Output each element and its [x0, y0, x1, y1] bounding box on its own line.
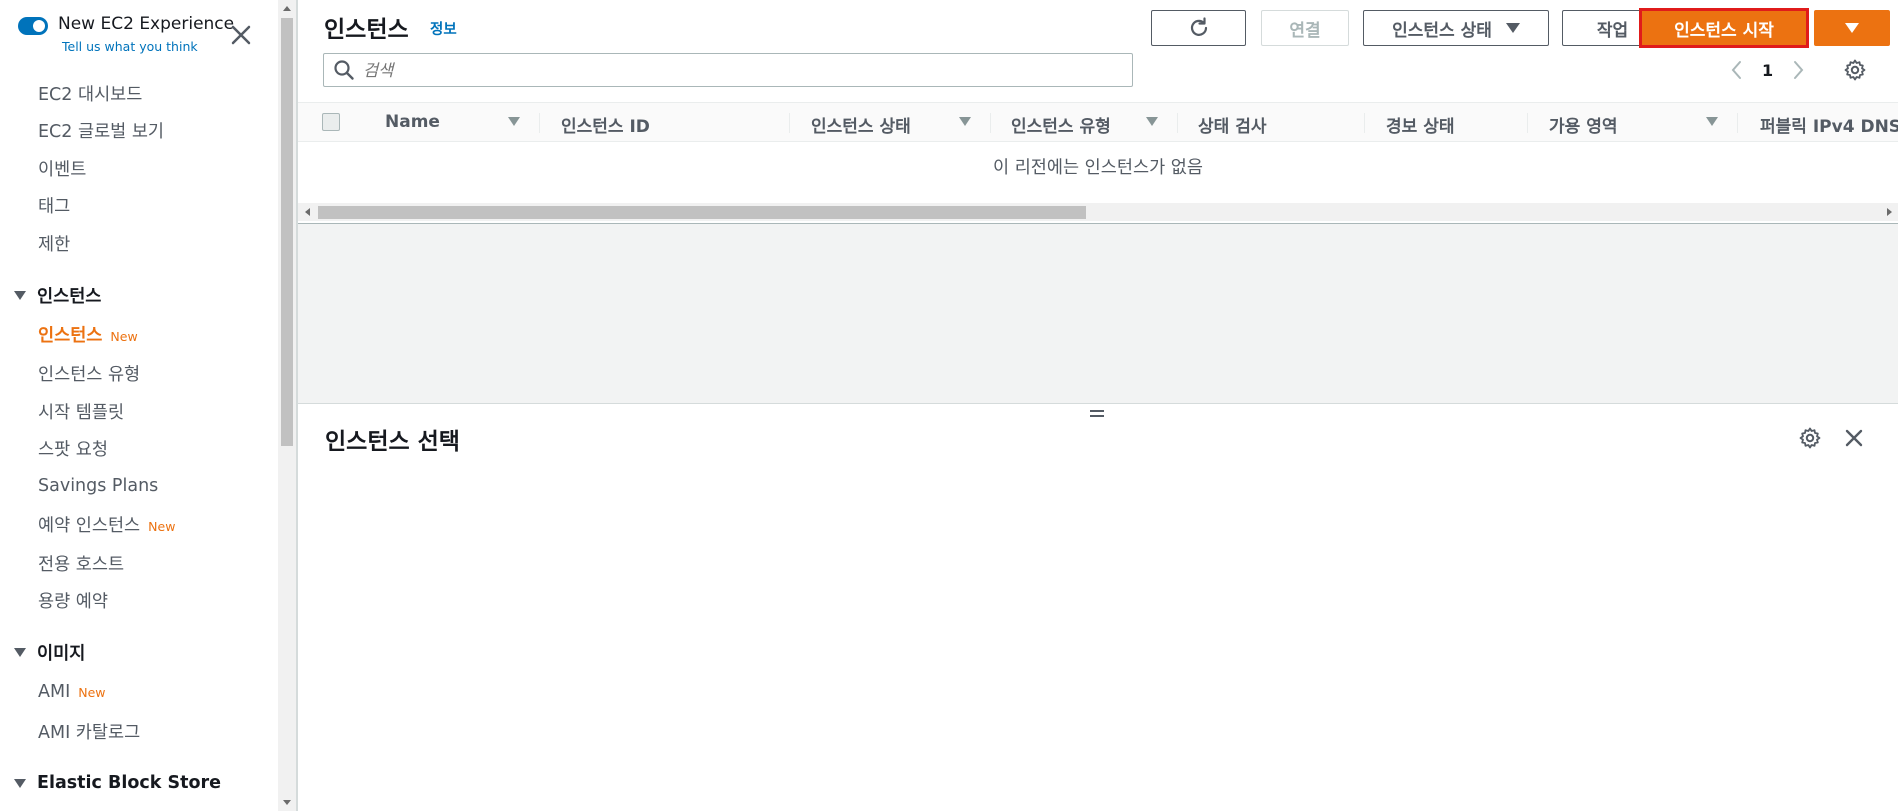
close-icon[interactable] — [1842, 426, 1866, 450]
table-horizontal-scrollbar[interactable] — [298, 203, 1898, 221]
sidebar-item-global-view[interactable]: EC2 글로벌 보기 — [38, 118, 164, 143]
collapse-caret-icon — [14, 648, 26, 657]
sidebar-item-label: AMI — [38, 682, 71, 702]
sidebar-item-events[interactable]: 이벤트 — [38, 156, 86, 181]
split-panel: 인스턴스 선택 — [298, 403, 1898, 811]
column-divider[interactable] — [789, 113, 790, 133]
sidebar-section-instances[interactable]: 인스턴스 — [14, 283, 101, 308]
new-badge: New — [78, 685, 106, 700]
actions-label: 작업 — [1596, 20, 1629, 41]
close-icon[interactable] — [228, 22, 254, 48]
collapse-caret-icon — [14, 778, 26, 788]
section-title: 이미지 — [37, 644, 86, 664]
sidebar-item-launch-templates[interactable]: 시작 템플릿 — [38, 399, 124, 424]
search-bar[interactable] — [323, 53, 1133, 87]
sidebar-item-instance-types[interactable]: 인스턴스 유형 — [38, 361, 140, 386]
sidebar-scrollbar[interactable] — [278, 0, 296, 811]
sidebar-item-tags[interactable]: 태그 — [38, 193, 70, 218]
instance-state-dropdown[interactable]: 인스턴스 상태 — [1363, 10, 1549, 46]
column-header-availability-zone[interactable]: 가용 영역 — [1549, 112, 1617, 137]
new-experience-toggle[interactable] — [18, 17, 48, 35]
page-number[interactable]: 1 — [1762, 61, 1773, 80]
main-content: 인스턴스 정보 연결 인스턴스 상태 작업 인스턴스 시작 1 — [298, 0, 1898, 811]
sidebar-item-reserved-instances[interactable]: 예약 인스턴스 New — [38, 512, 175, 537]
caret-down-icon — [1845, 23, 1859, 33]
sidebar-section-images[interactable]: 이미지 — [14, 640, 85, 665]
resize-handle-icon[interactable] — [1090, 410, 1106, 420]
select-all-checkbox[interactable] — [322, 113, 340, 131]
new-badge: New — [110, 329, 138, 344]
sort-icon[interactable] — [508, 117, 520, 126]
caret-down-icon — [1505, 23, 1520, 33]
instance-state-label: 인스턴스 상태 — [1392, 20, 1492, 41]
launch-options-dropdown[interactable] — [1814, 10, 1890, 46]
empty-table-message: 이 리전에는 인스턴스가 없음 — [993, 158, 1203, 178]
column-divider[interactable] — [1177, 113, 1178, 133]
column-divider[interactable] — [1364, 113, 1365, 133]
page-title: 인스턴스 — [324, 17, 409, 43]
sort-icon[interactable] — [1706, 117, 1718, 126]
sidebar-item-ec2-dashboard[interactable]: EC2 대시보드 — [38, 81, 142, 106]
gear-icon[interactable] — [1843, 58, 1867, 82]
sidebar-item-ami[interactable]: AMI New — [38, 682, 106, 702]
table-header: Name 인스턴스 ID 인스턴스 상태 인스턴스 유형 상태 검사 경보 상태… — [298, 102, 1898, 142]
chevron-right-icon[interactable] — [1789, 58, 1807, 82]
scroll-up-arrow-icon[interactable] — [283, 6, 291, 11]
chevron-left-icon[interactable] — [1728, 58, 1746, 82]
search-input[interactable] — [363, 60, 1103, 80]
column-divider[interactable] — [1527, 113, 1528, 133]
feedback-link[interactable]: Tell us what you think — [62, 39, 234, 54]
column-header-instance-id[interactable]: 인스턴스 ID — [561, 112, 650, 137]
new-experience-label: New EC2 Experience — [58, 14, 235, 34]
sidebar-item-savings-plans[interactable]: Savings Plans — [38, 476, 158, 496]
sidebar-item-ami-catalog[interactable]: AMI 카탈로그 — [38, 719, 140, 744]
section-title: Elastic Block Store — [37, 773, 221, 793]
column-header-instance-state[interactable]: 인스턴스 상태 — [811, 112, 911, 137]
column-divider[interactable] — [1737, 113, 1738, 133]
split-panel-title: 인스턴스 선택 — [325, 429, 460, 455]
sidebar-item-instances[interactable]: 인스턴스 New — [38, 322, 138, 347]
sidebar-section-ebs[interactable]: Elastic Block Store — [14, 773, 221, 793]
collapse-caret-icon — [14, 291, 26, 300]
scroll-right-arrow-icon[interactable] — [1887, 208, 1892, 216]
launch-instances-button[interactable]: 인스턴스 시작 — [1639, 8, 1809, 48]
column-header-instance-type[interactable]: 인스턴스 유형 — [1011, 112, 1111, 137]
refresh-button[interactable] — [1151, 10, 1246, 46]
sidebar-scrollbar-thumb[interactable] — [281, 18, 293, 446]
sidebar-item-dedicated-hosts[interactable]: 전용 호스트 — [38, 551, 124, 576]
sidebar-item-label: 인스턴스 — [38, 326, 103, 346]
column-divider[interactable] — [539, 113, 540, 133]
sidebar: New EC2 Experience Tell us what you thin… — [0, 0, 278, 811]
sidebar-item-capacity-reservations[interactable]: 용량 예약 — [38, 588, 108, 613]
column-header-alarm-status[interactable]: 경보 상태 — [1386, 112, 1454, 137]
sidebar-item-spot-requests[interactable]: 스팟 요청 — [38, 436, 108, 461]
pagination: 1 — [1728, 58, 1807, 82]
column-header-name[interactable]: Name — [385, 112, 440, 132]
gear-icon[interactable] — [1798, 426, 1822, 450]
horizontal-scrollbar-thumb[interactable] — [318, 206, 1086, 219]
sidebar-item-limits[interactable]: 제한 — [38, 231, 70, 256]
search-icon — [334, 60, 354, 80]
refresh-icon — [1190, 17, 1207, 36]
scroll-left-arrow-icon[interactable] — [305, 208, 310, 216]
sidebar-item-label: 예약 인스턴스 — [38, 516, 141, 536]
sort-icon[interactable] — [959, 117, 971, 126]
column-divider[interactable] — [990, 113, 991, 133]
section-title: 인스턴스 — [37, 287, 102, 307]
new-experience-toggle-row: New EC2 Experience Tell us what you thin… — [18, 14, 234, 54]
column-header-status-check[interactable]: 상태 검사 — [1198, 112, 1266, 137]
new-badge: New — [148, 519, 176, 534]
column-header-public-ipv4-dns[interactable]: 퍼블릭 IPv4 DNS — [1760, 112, 1898, 137]
scroll-down-arrow-icon[interactable] — [283, 800, 291, 805]
table-empty-area — [298, 223, 1898, 403]
sort-icon[interactable] — [1146, 117, 1158, 126]
connect-button[interactable]: 연결 — [1261, 10, 1349, 46]
info-link[interactable]: 정보 — [430, 18, 457, 39]
